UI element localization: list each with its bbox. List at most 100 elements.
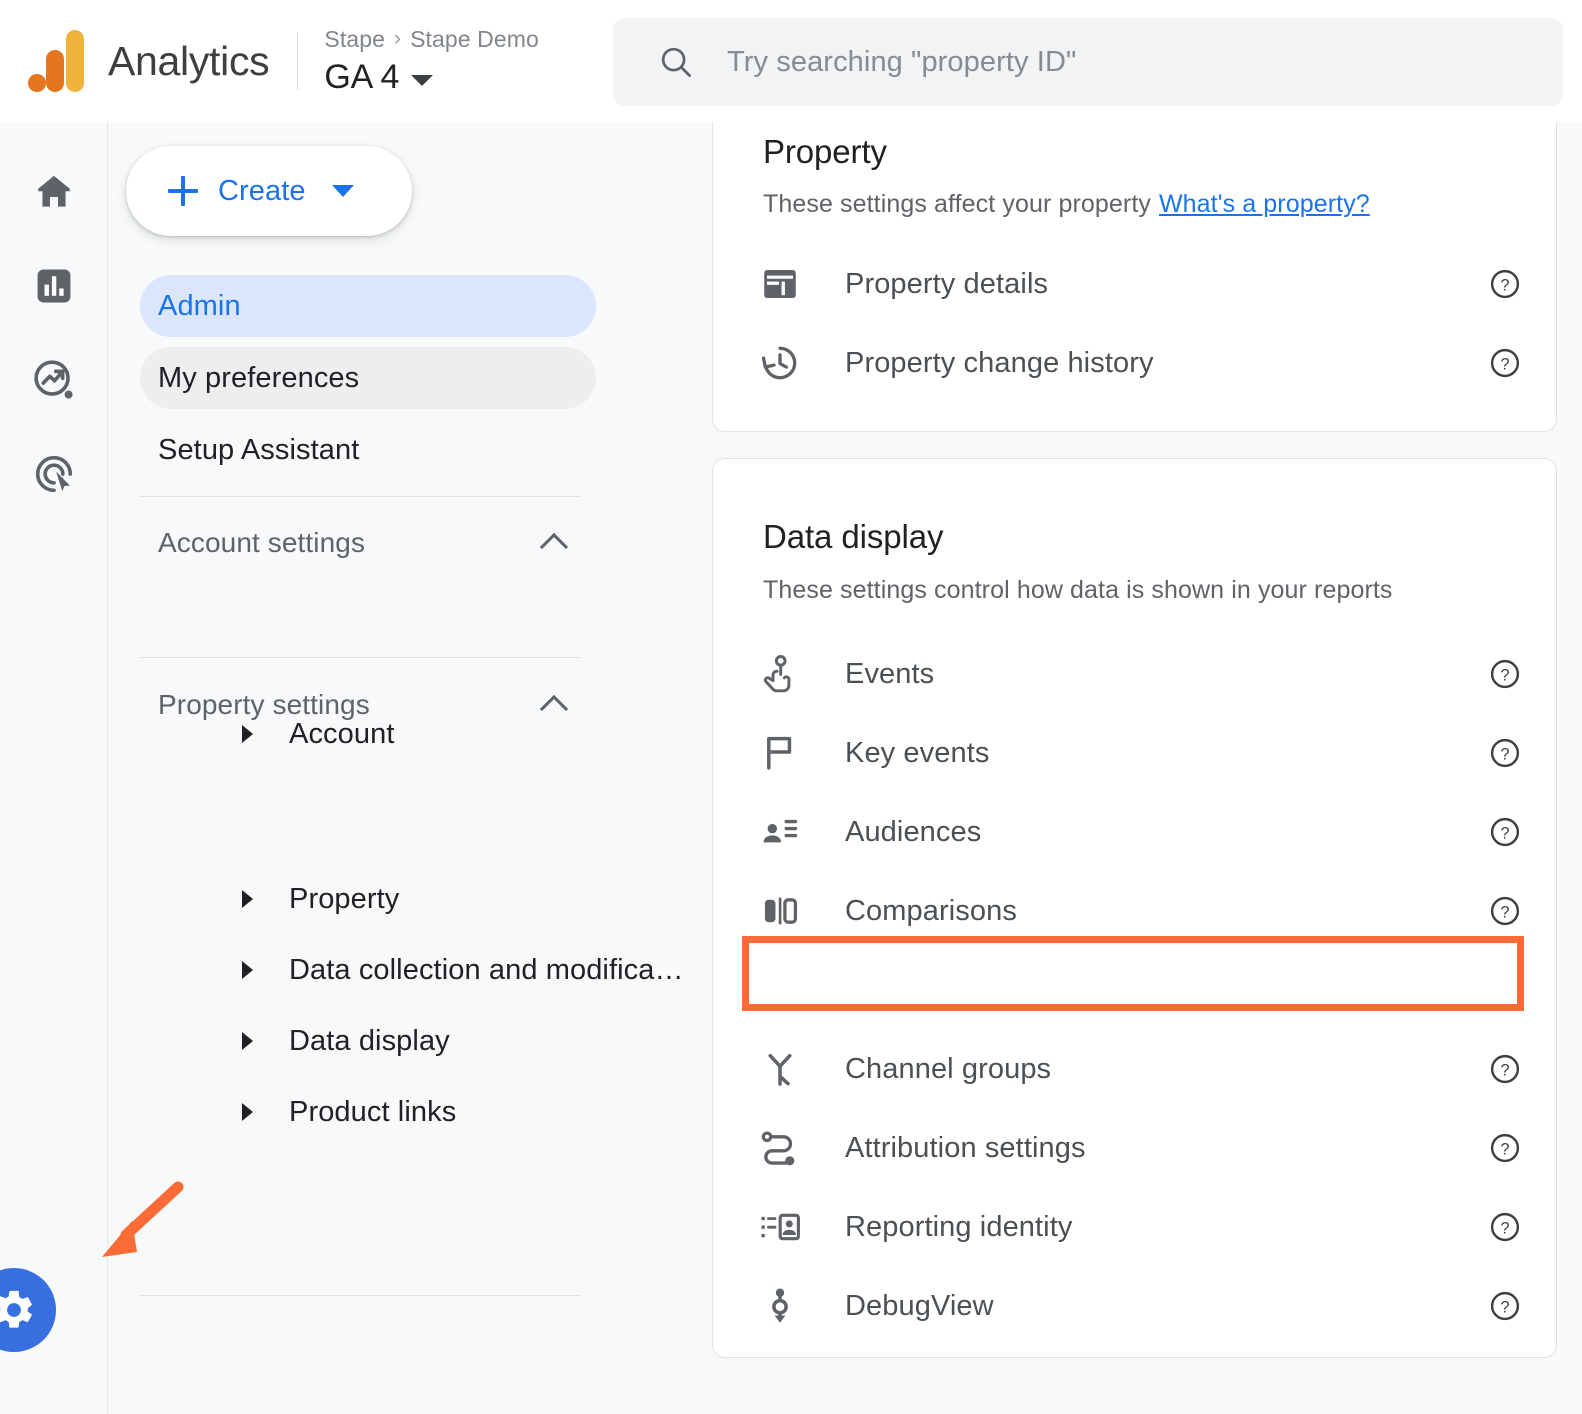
sidebar-tree-item-product-links[interactable]: Product links <box>140 1082 596 1142</box>
comparisons-bars-icon <box>751 890 809 932</box>
triangle-right-icon <box>242 890 253 908</box>
sidebar-item-admin[interactable]: Admin <box>140 275 596 337</box>
sidebar-tree-item-label: Data collection and modifica… <box>289 953 684 986</box>
row-attribution-settings[interactable]: Attribution settings ? <box>751 1117 1523 1179</box>
row-events[interactable]: Events ? <box>751 643 1523 705</box>
advertising-target-icon <box>35 455 73 493</box>
help-circle-icon[interactable]: ? <box>1487 972 1523 1008</box>
card-subtitle: These settings affect your property What'… <box>763 190 1370 219</box>
row-reporting-identity[interactable]: Reporting identity ? <box>751 1196 1523 1258</box>
flag-icon <box>751 732 809 774</box>
sidebar-section-account-settings[interactable]: Account settings <box>140 518 580 568</box>
brand-area[interactable]: Analytics Stape › Stape Demo GA 4 <box>0 0 554 122</box>
search-input-placeholder[interactable]: Try searching "property ID" <box>727 46 1076 79</box>
debug-bug-icon <box>751 1285 809 1327</box>
sidebar-divider <box>140 496 580 497</box>
sidebar-tree-item-data-collection[interactable]: Data collection and modifica… <box>140 940 684 1000</box>
help-circle-icon[interactable]: ? <box>1487 1209 1523 1245</box>
google-analytics-logo-icon <box>28 30 86 92</box>
caret-down-icon <box>331 185 354 197</box>
card-title: Data display <box>763 518 944 555</box>
sidebar-tree-item-label: Property <box>289 882 400 915</box>
row-comparisons[interactable]: Comparisons ? <box>751 880 1523 942</box>
plus-icon <box>168 176 198 206</box>
sidebar-tree-item-label: Product links <box>289 1095 457 1128</box>
svg-text:?: ? <box>1500 1299 1509 1317</box>
row-channel-groups[interactable]: Channel groups ? <box>751 1038 1523 1100</box>
svg-text:?: ? <box>1500 1220 1509 1238</box>
help-circle-icon[interactable]: ? <box>1487 1051 1523 1087</box>
help-circle-icon[interactable]: ? <box>1487 1130 1523 1166</box>
property-selector-label: GA 4 <box>324 57 400 96</box>
card-subtitle-text: These settings affect your property <box>763 190 1151 218</box>
sidebar-item-label: Admin <box>158 289 241 322</box>
help-circle-icon[interactable]: ? <box>1487 814 1523 850</box>
row-audiences[interactable]: Audiences ? <box>751 801 1523 863</box>
gear-icon <box>0 1290 32 1328</box>
svg-text:?: ? <box>1500 356 1509 374</box>
row-label: DebugView <box>845 1289 994 1322</box>
row-label: Property change history <box>845 346 1154 379</box>
row-label: Key events <box>845 736 990 769</box>
svg-text:?: ? <box>1500 1141 1509 1159</box>
home-icon <box>38 175 70 207</box>
row-key-events[interactable]: Key events ? <box>751 722 1523 784</box>
svg-text:?: ? <box>1500 1062 1509 1080</box>
sidebar-divider <box>140 657 580 658</box>
reporting-identity-icon <box>751 1206 809 1248</box>
row-custom-definitions[interactable]: Custom definitions ? <box>751 959 1523 1021</box>
help-circle-icon[interactable]: ? <box>1487 893 1523 929</box>
sidebar-tree-item-property[interactable]: Property <box>140 869 596 929</box>
property-card: Property These settings affect your prop… <box>712 122 1557 432</box>
row-debugview[interactable]: DebugView ? <box>751 1275 1523 1337</box>
row-property-details[interactable]: Property details ? <box>751 253 1523 315</box>
row-property-change-history[interactable]: Property change history ? <box>751 332 1523 394</box>
help-circle-icon[interactable]: ? <box>1487 1288 1523 1324</box>
sidebar-section-property-settings[interactable]: Property settings <box>140 680 580 730</box>
touch-pointer-icon <box>751 653 809 695</box>
svg-text:?: ? <box>1500 825 1509 843</box>
chevron-up-icon <box>539 532 569 562</box>
bar-chart-icon <box>37 269 71 303</box>
breadcrumb-property: Stape Demo <box>410 25 539 52</box>
property-selector-row[interactable]: GA 4 <box>324 58 554 97</box>
brand-name: Analytics <box>108 37 270 84</box>
help-circle-icon[interactable]: ? <box>1487 345 1523 381</box>
sidebar-tree-item-data-display[interactable]: Data display <box>140 1011 596 1071</box>
chevron-right-icon: › <box>393 27 402 50</box>
card-title: Property <box>763 133 887 170</box>
search-bar[interactable]: Try searching "property ID" <box>613 18 1563 106</box>
whats-a-property-link[interactable]: What's a property? <box>1159 190 1370 218</box>
svg-text:?: ? <box>1500 904 1509 922</box>
chevron-down-icon <box>411 74 434 86</box>
rail-item-advertising[interactable] <box>26 446 82 502</box>
triangle-right-icon <box>242 961 253 979</box>
sidebar-tree-item-label: Data display <box>289 1024 450 1057</box>
breadcrumb: Stape › Stape Demo <box>324 26 554 53</box>
help-circle-icon[interactable]: ? <box>1487 656 1523 692</box>
top-bar: Analytics Stape › Stape Demo GA 4 Try se… <box>0 0 1582 122</box>
merge-arrows-icon <box>751 1048 809 1090</box>
search-icon <box>661 47 691 77</box>
settings-fab-button[interactable] <box>0 1268 56 1352</box>
history-icon <box>751 342 809 384</box>
create-button-label: Create <box>218 174 306 207</box>
audience-person-list-icon <box>751 811 809 853</box>
sidebar-item-setup-assistant[interactable]: Setup Assistant <box>140 419 596 481</box>
rail-item-explore[interactable] <box>26 352 82 408</box>
row-label: Events <box>845 657 935 690</box>
rail-item-home[interactable] <box>26 164 82 220</box>
sidebar-item-label: Setup Assistant <box>158 433 360 466</box>
property-selector[interactable]: Stape › Stape Demo GA 4 <box>324 26 554 97</box>
admin-sidebar: Create Admin My preferences Setup Assist… <box>108 122 688 1414</box>
row-label: Attribution settings <box>845 1131 1086 1164</box>
create-button[interactable]: Create <box>126 146 412 236</box>
row-label: Comparisons <box>845 894 1017 927</box>
card-subtitle: These settings control how data is shown… <box>763 576 1393 604</box>
sidebar-item-my-preferences[interactable]: My preferences <box>140 347 596 409</box>
rail-item-reports[interactable] <box>26 258 82 314</box>
breadcrumb-account: Stape <box>324 25 385 52</box>
brand-divider <box>297 32 299 90</box>
help-circle-icon[interactable]: ? <box>1487 266 1523 302</box>
help-circle-icon[interactable]: ? <box>1487 735 1523 771</box>
